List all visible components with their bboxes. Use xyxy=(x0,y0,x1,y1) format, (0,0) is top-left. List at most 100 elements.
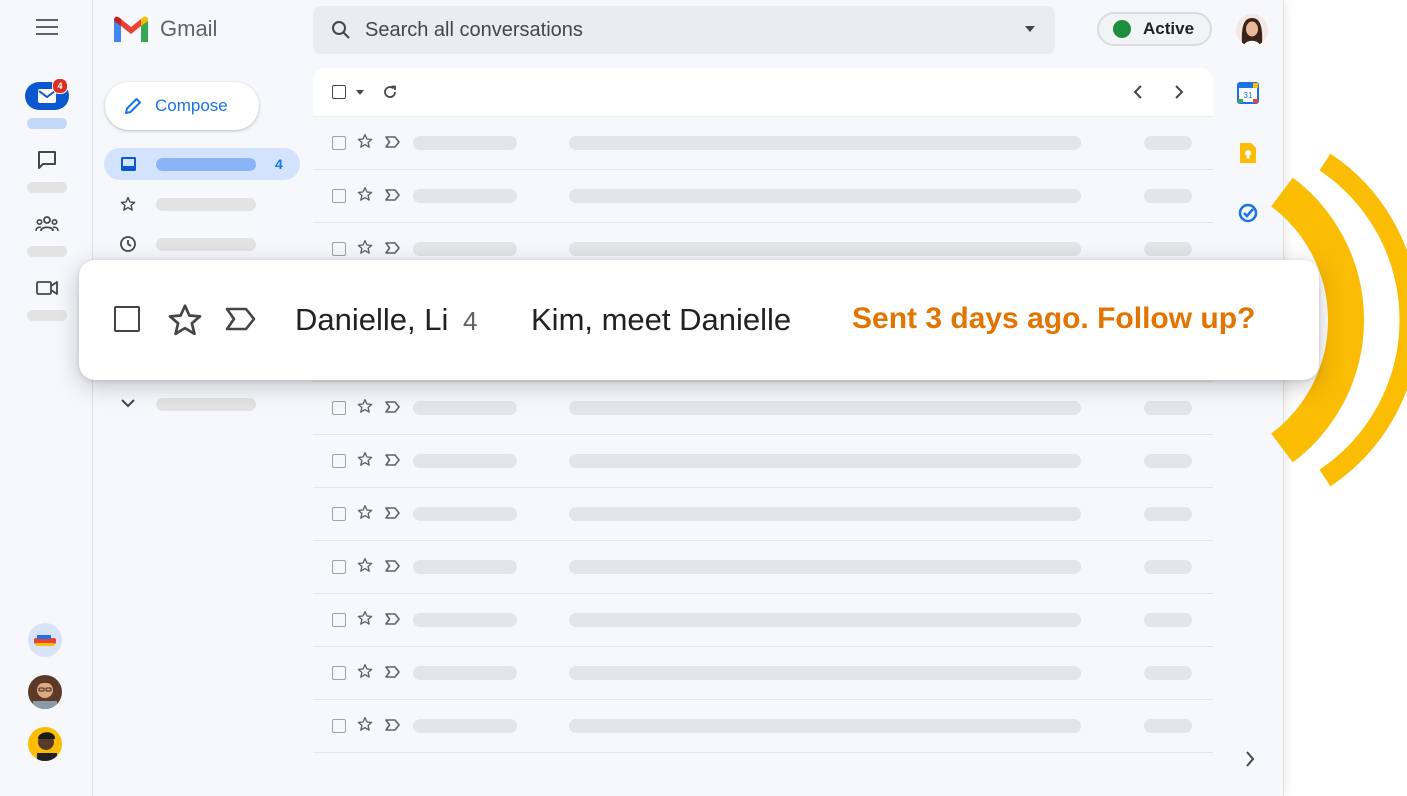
table-row[interactable] xyxy=(313,700,1213,753)
table-row[interactable] xyxy=(313,647,1213,700)
main-menu-icon[interactable] xyxy=(36,18,58,36)
table-row[interactable] xyxy=(313,753,1213,768)
rail-label-placeholder xyxy=(27,182,67,193)
rail-item-meet[interactable] xyxy=(22,274,72,321)
search-bar[interactable]: Search all conversations xyxy=(313,6,1055,54)
row-checkbox[interactable] xyxy=(332,719,346,733)
star-icon[interactable] xyxy=(357,451,373,472)
important-marker-icon[interactable] xyxy=(385,718,401,737)
chevron-right-icon[interactable] xyxy=(1174,85,1184,99)
subject-placeholder xyxy=(569,189,1081,203)
star-icon[interactable] xyxy=(357,186,373,207)
inbox-count: 4 xyxy=(275,156,283,172)
important-marker-icon[interactable] xyxy=(385,559,401,578)
row-checkbox[interactable] xyxy=(332,136,346,150)
mail-unread-badge: 4 xyxy=(52,78,68,94)
star-icon[interactable] xyxy=(357,133,373,154)
search-input[interactable]: Search all conversations xyxy=(365,19,583,42)
nav-item-more[interactable] xyxy=(104,388,300,420)
important-marker-icon[interactable] xyxy=(385,665,401,684)
important-marker-icon[interactable] xyxy=(385,506,401,525)
meet-icon xyxy=(25,274,69,302)
date-placeholder xyxy=(1144,454,1192,468)
account-avatar[interactable] xyxy=(1236,14,1268,46)
star-icon xyxy=(120,197,136,211)
nav-label-placeholder xyxy=(156,398,256,411)
thread-count: 4 xyxy=(463,306,478,336)
calendar-day: 31 xyxy=(1244,91,1253,100)
important-marker-icon[interactable] xyxy=(385,135,401,154)
search-options-icon[interactable] xyxy=(1025,26,1035,32)
subject-placeholder xyxy=(569,719,1081,733)
subject-placeholder xyxy=(569,136,1081,150)
star-icon[interactable] xyxy=(357,610,373,631)
row-checkbox[interactable] xyxy=(332,666,346,680)
refresh-icon[interactable] xyxy=(381,83,399,101)
rail-label-placeholder xyxy=(27,246,67,257)
keep-icon[interactable] xyxy=(1236,141,1260,165)
table-row[interactable] xyxy=(313,488,1213,541)
calendar-icon[interactable]: 31 xyxy=(1236,81,1260,105)
table-row[interactable] xyxy=(313,594,1213,647)
nav-item-snoozed[interactable] xyxy=(104,228,300,260)
subject-placeholder xyxy=(569,507,1081,521)
important-marker-icon[interactable] xyxy=(385,612,401,631)
row-checkbox[interactable] xyxy=(332,242,346,256)
row-checkbox[interactable] xyxy=(332,560,346,574)
rail-item-mail[interactable]: 4 xyxy=(22,78,72,129)
app-name: Gmail xyxy=(160,16,218,41)
email-subject: Kim, meet Danielle xyxy=(531,302,792,337)
star-icon[interactable] xyxy=(357,716,373,737)
nav-item-starred[interactable] xyxy=(104,188,300,220)
chat-icon xyxy=(25,146,69,174)
select-all-checkbox[interactable] xyxy=(332,85,346,99)
avatar[interactable] xyxy=(28,623,62,657)
star-icon[interactable] xyxy=(167,302,203,338)
date-placeholder xyxy=(1144,719,1192,733)
sender-placeholder xyxy=(413,401,517,415)
important-marker-icon[interactable] xyxy=(224,305,258,333)
important-marker-icon[interactable] xyxy=(385,188,401,207)
expand-side-panel-icon[interactable] xyxy=(1245,751,1255,767)
avatar[interactable] xyxy=(28,675,62,709)
row-checkbox[interactable] xyxy=(332,613,346,627)
table-row[interactable] xyxy=(313,382,1213,435)
nav-item-inbox[interactable]: 4 xyxy=(104,148,300,180)
compose-button[interactable]: Compose xyxy=(105,82,259,130)
tasks-icon[interactable] xyxy=(1236,201,1260,225)
row-checkbox[interactable] xyxy=(332,189,346,203)
row-checkbox[interactable] xyxy=(332,507,346,521)
highlighted-email-row[interactable]: Danielle, Li 4 Kim, meet Danielle Sent 3… xyxy=(79,260,1319,380)
sender-placeholder xyxy=(413,507,517,521)
subject-placeholder xyxy=(569,613,1081,627)
table-row[interactable] xyxy=(313,170,1213,223)
status-selector[interactable]: Active xyxy=(1097,12,1212,46)
rail-item-chat[interactable] xyxy=(22,146,72,193)
sender-placeholder xyxy=(413,613,517,627)
row-checkbox[interactable] xyxy=(114,306,140,332)
important-marker-icon[interactable] xyxy=(385,400,401,419)
row-checkbox[interactable] xyxy=(332,454,346,468)
avatar[interactable] xyxy=(28,727,62,761)
search-icon[interactable] xyxy=(331,20,351,40)
date-placeholder xyxy=(1144,560,1192,574)
table-row[interactable] xyxy=(313,541,1213,594)
status-label: Active xyxy=(1143,19,1195,38)
select-dropdown-icon[interactable] xyxy=(356,90,364,95)
row-checkbox[interactable] xyxy=(332,401,346,415)
table-row[interactable] xyxy=(313,435,1213,488)
star-icon[interactable] xyxy=(357,663,373,684)
table-row[interactable] xyxy=(313,117,1213,170)
important-marker-icon[interactable] xyxy=(385,241,401,260)
star-icon[interactable] xyxy=(357,239,373,260)
chevron-left-icon[interactable] xyxy=(1133,85,1143,99)
date-placeholder xyxy=(1144,666,1192,680)
star-icon[interactable] xyxy=(357,398,373,419)
rail-item-spaces[interactable] xyxy=(22,210,72,257)
important-marker-icon[interactable] xyxy=(385,453,401,472)
gmail-window: 4 Gmail Search all conversations Active … xyxy=(0,0,1284,796)
gmail-logo[interactable]: Gmail xyxy=(112,14,217,44)
star-icon[interactable] xyxy=(357,557,373,578)
star-icon[interactable] xyxy=(357,504,373,525)
email-list xyxy=(313,68,1213,768)
